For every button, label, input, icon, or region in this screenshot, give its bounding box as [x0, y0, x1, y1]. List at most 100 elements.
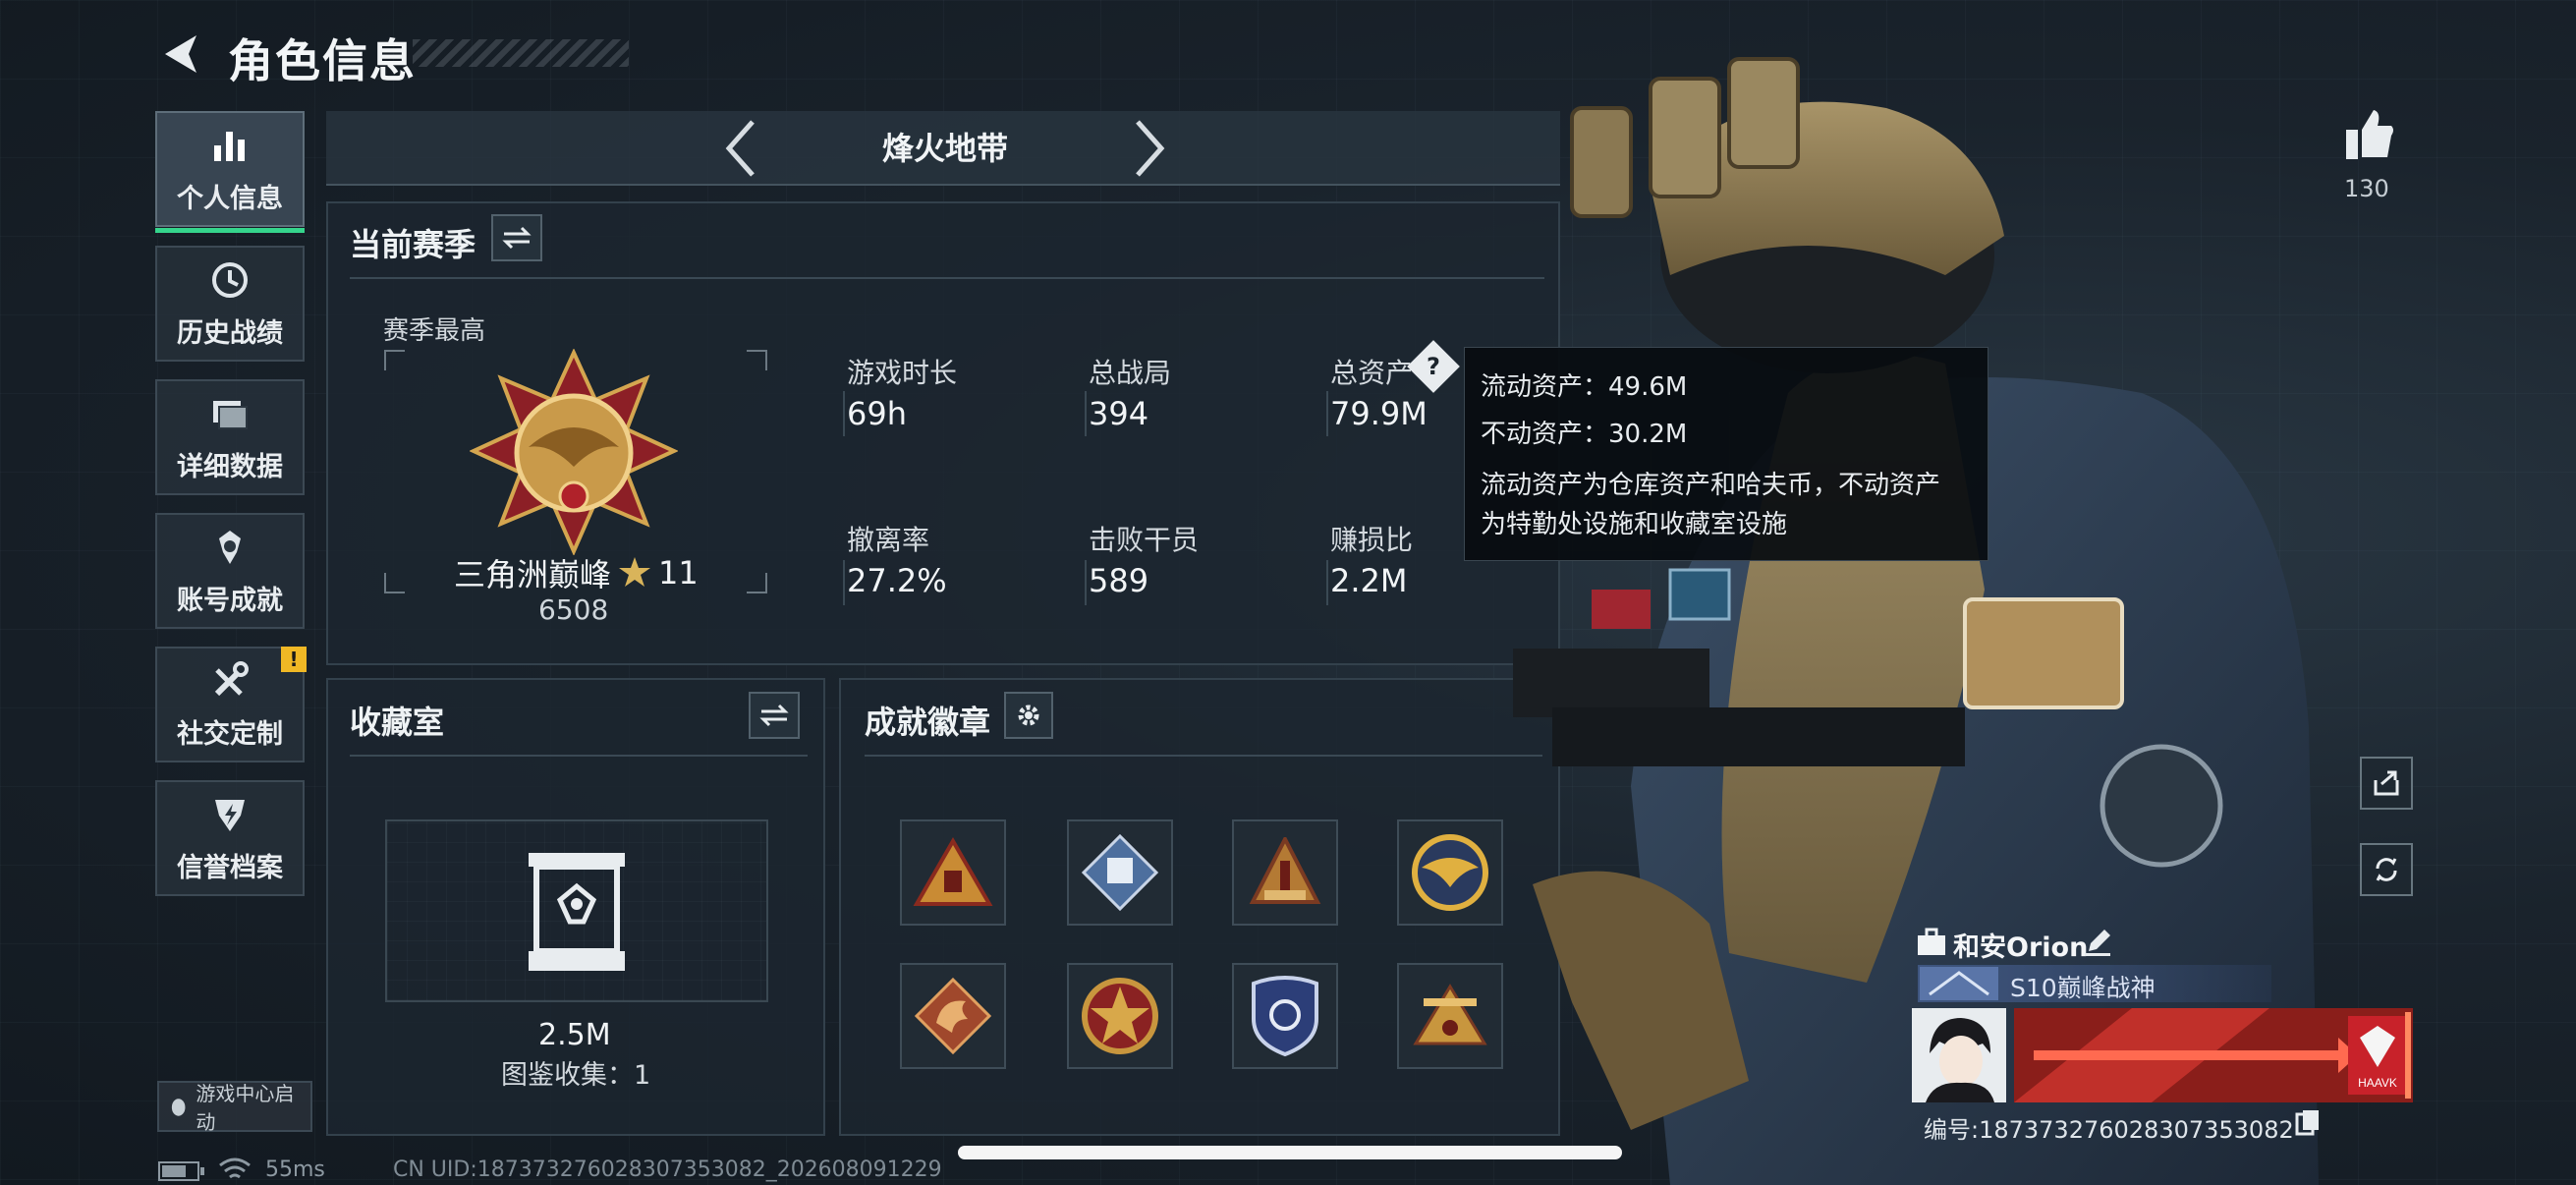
- rank-name: 三角洲巅峰: [454, 556, 612, 593]
- achievement-badge[interactable]: [1067, 819, 1173, 926]
- stat-value: 27.2%: [847, 562, 947, 599]
- tooltip-liquid-assets: 流动资产：49.6M: [1481, 372, 1688, 402]
- divider: [843, 391, 845, 436]
- refresh-icon: [2376, 858, 2397, 881]
- asset-tooltip: 流动资产：49.6M 不动资产：30.2M 流动资产为仓库资产和哈夫币，不动资产…: [1464, 347, 1988, 561]
- stat-label: 赚损比: [1330, 524, 1414, 556]
- swap-icon: [759, 704, 789, 727]
- tooltip-desc-line: 为特勤处设施和收藏室设施: [1481, 510, 1788, 539]
- rank-title: S10巅峰战神: [2010, 974, 2156, 1002]
- divider: [1085, 391, 1087, 436]
- divider: [1085, 560, 1087, 605]
- player-name-card[interactable]: HAAVK: [2014, 1008, 2413, 1102]
- achievement-badge[interactable]: [1067, 963, 1173, 1069]
- nav-label: 详细数据: [177, 451, 283, 482]
- stat-label: 撤离率: [847, 524, 930, 556]
- stat-label: 总战局: [1089, 357, 1172, 389]
- season-title: 当前赛季: [350, 226, 476, 263]
- nav-label: 历史战绩: [177, 317, 283, 349]
- rank-points: 6508: [538, 593, 609, 626]
- alert-badge: !: [281, 647, 307, 672]
- rank-stars: 11: [658, 554, 699, 592]
- stat-label: 击败干员: [1089, 524, 1200, 556]
- stat-value: 589: [1089, 562, 1149, 599]
- nav-item-social-custom[interactable]: 社交定制 !: [155, 647, 307, 762]
- question-icon: ?: [1427, 352, 1440, 380]
- collection-switch-button[interactable]: [749, 692, 800, 739]
- nav-label: 个人信息: [177, 183, 283, 214]
- tooltip-fixed-assets: 不动资产：30.2M: [1481, 420, 1688, 449]
- rank-title-emblem-icon: [1920, 967, 1998, 1000]
- tooltip-description: 流动资产为仓库资产和哈夫币，不动资产 为特勤处设施和收藏室设施: [1481, 466, 1972, 544]
- refresh-button[interactable]: [2360, 843, 2413, 896]
- bar-chart-icon: [208, 124, 252, 167]
- game-center-button[interactable]: 游戏中心启动: [157, 1081, 312, 1134]
- achievement-settings-button[interactable]: [1004, 692, 1053, 739]
- nav-item-history[interactable]: 历史战绩: [155, 246, 305, 362]
- title-decoration: [413, 39, 629, 67]
- likes-count: 130: [2344, 175, 2389, 202]
- rank-name-row: 三角洲巅峰 11: [454, 550, 699, 595]
- star-icon: [619, 557, 651, 587]
- page-title: 角色信息: [228, 34, 417, 87]
- player-name: 和安Orion: [1953, 932, 2089, 963]
- display-case-icon: [529, 853, 625, 971]
- swap-icon: [502, 226, 532, 250]
- nav-item-account-achievements[interactable]: 账号成就: [155, 513, 305, 629]
- season-best-label: 赛季最高: [383, 316, 486, 346]
- nav-item-credit-record[interactable]: 信誉档案: [155, 780, 305, 896]
- nav-label: 社交定制: [177, 718, 283, 750]
- stat-value: 69h: [847, 395, 907, 432]
- edit-pencil-icon[interactable]: [2083, 928, 2112, 957]
- mode-title: 烽火地带: [882, 130, 1009, 167]
- back-arrow-icon[interactable]: [157, 29, 206, 79]
- home-indicator[interactable]: [958, 1146, 1622, 1159]
- copy-icon[interactable]: [2295, 1108, 2321, 1136]
- achievement-badge[interactable]: [1232, 963, 1338, 1069]
- achievement-title: 成就徽章: [865, 704, 991, 741]
- achievement-badge[interactable]: [1232, 819, 1338, 926]
- game-center-label: 游戏中心启动: [196, 1082, 295, 1134]
- share-icon: [2374, 770, 2399, 796]
- penguin-icon: [171, 1099, 186, 1116]
- divider: [865, 755, 1542, 757]
- nav-label: 账号成就: [177, 585, 283, 616]
- tools-icon: [208, 659, 252, 703]
- wifi-icon: [219, 1157, 251, 1179]
- player-uid: 编号:187373276028307353082: [1924, 1116, 2294, 1144]
- folder-icon: [208, 392, 252, 435]
- rank-medal-icon: [470, 349, 678, 555]
- achievement-badge[interactable]: [1397, 963, 1503, 1069]
- dragon-badge-icon: [914, 977, 992, 1055]
- stat-label: 总资产: [1330, 357, 1414, 389]
- divider: [350, 755, 808, 757]
- history-icon: [208, 258, 252, 302]
- share-button[interactable]: [2360, 757, 2413, 810]
- nav-item-personal-info[interactable]: 个人信息: [155, 111, 305, 233]
- achievement-medal-icon: [208, 526, 252, 569]
- collection-value: 2.5M: [538, 1018, 611, 1052]
- chevron-left-icon[interactable]: [723, 118, 758, 179]
- triangle-gold-badge-icon: [913, 837, 993, 906]
- thumbs-up-icon[interactable]: [2344, 106, 2395, 161]
- divider: [350, 277, 1544, 279]
- achievement-badge[interactable]: [1397, 819, 1503, 926]
- stat-label: 游戏时长: [847, 357, 958, 389]
- ping-value: 55ms: [265, 1157, 325, 1182]
- dice-diamond-badge-icon: [1081, 833, 1159, 912]
- stat-value: 394: [1089, 395, 1149, 432]
- stat-value: 2.2M: [1330, 562, 1408, 599]
- tower-badge-icon: [1249, 837, 1321, 904]
- achievement-badge[interactable]: [900, 819, 1006, 926]
- tooltip-desc-line: 流动资产为仓库资产和哈夫币，不动资产: [1481, 471, 1941, 500]
- achievement-badge[interactable]: [900, 963, 1006, 1069]
- collection-title: 收藏室: [350, 704, 445, 741]
- nav-item-detail-data[interactable]: 详细数据: [155, 379, 305, 495]
- chevron-right-icon[interactable]: [1132, 118, 1167, 179]
- battery-icon: [158, 1161, 204, 1181]
- briefcase-icon: [1918, 928, 1945, 955]
- divider: [1326, 391, 1328, 436]
- player-avatar[interactable]: [1912, 1008, 2006, 1102]
- season-switch-button[interactable]: [491, 214, 542, 261]
- collection-count: 图鉴收集：1: [501, 1060, 651, 1091]
